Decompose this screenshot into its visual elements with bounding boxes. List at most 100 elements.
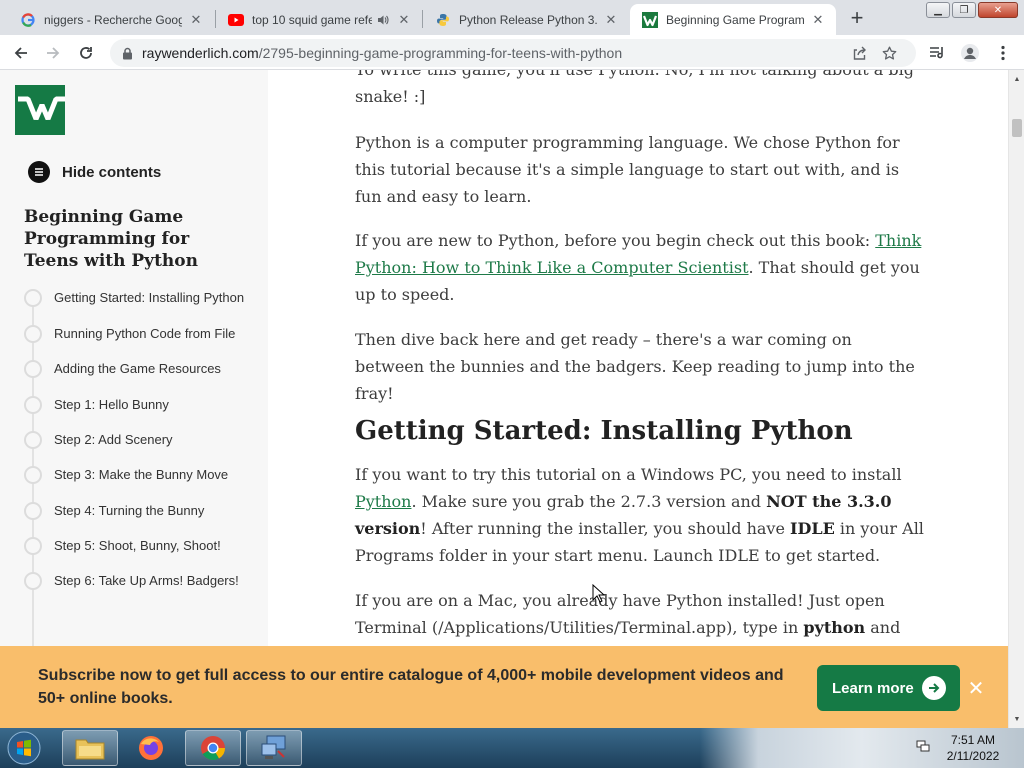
avatar-icon (961, 44, 979, 62)
python-link[interactable]: Python (355, 492, 411, 511)
toc-item[interactable]: Running Python Code from File (24, 324, 260, 344)
minimize-button[interactable]: ▁ (926, 2, 950, 18)
tab-title: top 10 squid game refe (252, 12, 372, 27)
subscribe-text: Subscribe now to get full access to our … (38, 667, 784, 707)
tab-google-search[interactable]: niggers - Recherche Googl ✕ (8, 4, 214, 35)
close-icon[interactable]: ✕ (810, 12, 826, 28)
article-paragraph: Python is a computer programming languag… (355, 133, 900, 206)
python-icon (435, 12, 451, 28)
lock-icon[interactable] (120, 47, 134, 60)
forward-button[interactable] (40, 40, 66, 66)
scrollbar-thumb[interactable] (1012, 119, 1022, 137)
scroll-down-icon[interactable]: ▼ (1009, 712, 1024, 726)
close-icon[interactable]: ✕ (603, 12, 619, 28)
toc-item[interactable]: Step 6: Take Up Arms! Badgers! (24, 571, 260, 591)
toc-item[interactable]: Step 4: Turning the Bunny (24, 501, 260, 521)
hide-contents-button[interactable]: Hide contents (28, 161, 161, 183)
firefox-icon (139, 736, 163, 760)
tab-beginning-game-programming[interactable]: Beginning Game Programm ✕ (630, 4, 836, 35)
list-icon (28, 161, 50, 183)
share-icon[interactable] (848, 42, 870, 64)
browser-menu-button[interactable] (990, 40, 1016, 66)
taskbar-chrome[interactable] (185, 730, 241, 766)
tab-title: niggers - Recherche Googl (44, 12, 182, 27)
profile-button[interactable] (957, 40, 983, 66)
toc-item[interactable]: Getting Started: Installing Python (24, 288, 260, 308)
speaker-icon[interactable] (376, 13, 390, 27)
taskbar-clock[interactable]: 7:51 AM 2/11/2022 (930, 732, 1016, 764)
tab-youtube[interactable]: top 10 squid game refe ✕ (216, 4, 422, 35)
more-vertical-icon (1001, 45, 1005, 61)
progress-circle-icon (24, 537, 42, 555)
back-button[interactable] (8, 40, 34, 66)
clock-time: 7:51 AM (950, 733, 996, 747)
learn-more-label: Learn more (832, 679, 914, 697)
progress-circle-icon (24, 466, 42, 484)
taskbar-firefox[interactable] (123, 730, 179, 766)
article-paragraph: Then dive back here and get ready – ther… (355, 330, 915, 403)
progress-circle-icon (24, 572, 42, 590)
url-text: raywenderlich.com/2795-beginning-game-pr… (142, 45, 623, 61)
progress-circle-icon (24, 396, 42, 414)
web-page: Hide contents Beginning Game Programming… (0, 70, 1008, 728)
clock-date: 2/11/2022 (946, 749, 1000, 763)
tab-title: Python Release Python 3.0 (459, 12, 597, 27)
toc-item[interactable]: Step 3: Make the Bunny Move (24, 465, 260, 485)
article-paragraph: If you are new to Python, before you beg… (355, 231, 922, 304)
course-title: Beginning Game Programming for Teens wit… (24, 207, 198, 271)
google-icon (20, 12, 36, 28)
subscribe-banner: Subscribe now to get full access to our … (0, 646, 1008, 728)
toc-item[interactable]: Step 5: Shoot, Bunny, Shoot! (24, 536, 260, 556)
article-paragraph: To write this game, you'll use Python. N… (355, 70, 914, 106)
progress-circle-icon (24, 325, 42, 343)
progress-circle-icon (24, 431, 42, 449)
arrow-right-icon (922, 676, 946, 700)
contents-sidebar: Hide contents Beginning Game Programming… (0, 70, 268, 728)
scroll-up-icon[interactable]: ▲ (1009, 72, 1024, 86)
arrow-left-icon (14, 47, 27, 59)
mouse-cursor-icon (592, 584, 606, 603)
reading-list-icon (930, 47, 943, 59)
windows-logo-icon (7, 731, 41, 765)
article-paragraph: If you are on a Mac, you already have Py… (355, 591, 901, 637)
toc-item[interactable]: Adding the Game Resources (24, 359, 260, 379)
close-icon[interactable]: ✕ (188, 12, 204, 28)
reload-button[interactable] (73, 40, 99, 66)
window-close-button[interactable]: ✕ (978, 2, 1018, 18)
table-of-contents: Getting Started: Installing Python Runni… (24, 288, 260, 591)
windows-taskbar: 7:51 AM 2/11/2022 (0, 728, 1024, 768)
browser-toolbar: raywenderlich.com/2795-beginning-game-pr… (0, 35, 1024, 70)
address-bar[interactable]: raywenderlich.com/2795-beginning-game-pr… (110, 39, 916, 67)
close-icon[interactable]: ✕ (396, 12, 412, 28)
article-paragraph: If you want to try this tutorial on a Wi… (355, 465, 924, 565)
progress-circle-icon (24, 289, 42, 307)
section-heading: Getting Started: Installing Python (355, 416, 853, 446)
progress-circle-icon (24, 360, 42, 378)
learn-more-button[interactable]: Learn more (817, 665, 960, 711)
page-scrollbar[interactable]: ▲ ▼ (1008, 70, 1024, 728)
taskbar-network-app[interactable] (246, 730, 302, 766)
network-icon[interactable] (916, 739, 930, 758)
toc-item[interactable]: Step 1: Hello Bunny (24, 395, 260, 415)
bookmark-star-icon[interactable] (878, 42, 900, 64)
reload-icon (80, 47, 92, 59)
toc-item[interactable]: Step 2: Add Scenery (24, 430, 260, 450)
taskbar-explorer[interactable] (62, 730, 118, 766)
start-button[interactable] (3, 729, 45, 767)
window-controls: ▁ ❐ ✕ (924, 2, 1018, 20)
close-icon[interactable]: ✕ (966, 678, 986, 700)
computer-icon (261, 735, 286, 759)
new-tab-button[interactable]: + (844, 5, 870, 31)
tab-python-release[interactable]: Python Release Python 3.0 ✕ (423, 4, 629, 35)
arrow-right-icon (47, 47, 60, 59)
raywenderlich-icon (642, 11, 658, 28)
progress-circle-icon (24, 502, 42, 520)
youtube-icon (228, 12, 244, 28)
tab-strip: niggers - Recherche Googl ✕ top 10 squid… (0, 0, 1024, 35)
raywenderlich-logo[interactable] (15, 85, 65, 135)
reading-list-button[interactable] (924, 40, 950, 66)
hide-contents-label: Hide contents (62, 163, 162, 181)
restore-button[interactable]: ❐ (952, 2, 976, 18)
folder-icon (75, 739, 105, 760)
tab-title: Beginning Game Programm (666, 12, 804, 27)
